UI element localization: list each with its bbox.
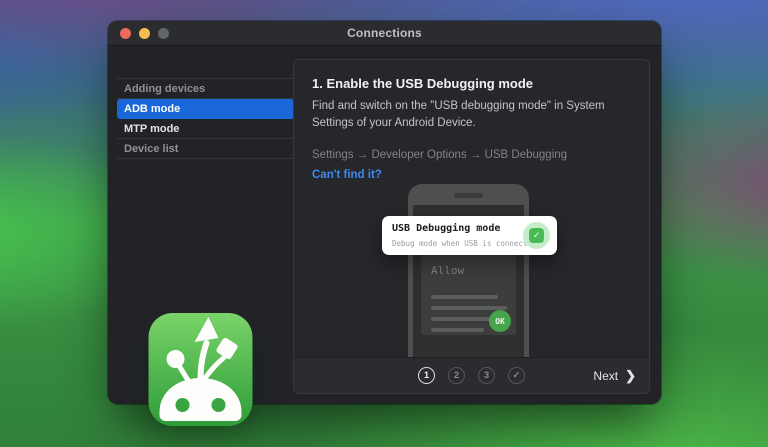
- sidebar-item-label: Adding devices: [124, 82, 206, 95]
- close-button[interactable]: [120, 27, 131, 39]
- step-indicator-done: ✓: [508, 367, 525, 384]
- settings-path: Settings → Developer Options → USB Debug…: [312, 148, 568, 161]
- usb-debugging-popup: USB Debugging mode Debug mode when USB i…: [382, 216, 557, 255]
- window-title: Connections: [347, 26, 422, 40]
- wizard-footer: 1 2 3 ✓ Next ❯: [294, 357, 649, 393]
- popup-subtitle: Debug mode when USB is connected: [392, 239, 537, 248]
- step-indicator-2: 2: [448, 367, 465, 384]
- sidebar-item-adding-devices[interactable]: Adding devices: [117, 79, 294, 99]
- next-label: Next: [593, 368, 619, 383]
- ok-button: OK: [489, 310, 511, 332]
- main-panel: 1. Enable the USB Debugging mode Find an…: [293, 59, 650, 394]
- sidebar-item-mtp-mode[interactable]: MTP mode: [117, 119, 294, 139]
- allow-label: Allow: [431, 264, 465, 277]
- step-indicator-1: 1: [418, 367, 435, 384]
- step-indicator-3: 3: [478, 367, 495, 384]
- sidebar-item-label: Device list: [124, 142, 179, 155]
- window-controls: [120, 21, 169, 45]
- desktop: Connections Adding devices ADB mode MTP …: [0, 0, 768, 447]
- sidebar-item-device-list[interactable]: Device list: [117, 139, 294, 159]
- sidebar-item-label: MTP mode: [124, 122, 180, 135]
- popup-title: USB Debugging mode: [392, 223, 501, 234]
- sidebar-item-label: ADB mode: [124, 102, 181, 115]
- step-heading: 1. Enable the USB Debugging mode: [312, 76, 534, 91]
- minimize-button[interactable]: [139, 27, 150, 39]
- step-indicators: 1 2 3 ✓: [418, 367, 525, 384]
- checkbox-checked-icon: ✓: [529, 228, 544, 243]
- titlebar[interactable]: Connections: [108, 21, 661, 46]
- checkbox-halo: ✓: [523, 222, 550, 249]
- zoom-button[interactable]: [158, 27, 169, 39]
- phone-earpiece: [454, 193, 483, 198]
- step-content: 1. Enable the USB Debugging mode Find an…: [294, 60, 649, 181]
- chevron-right-icon: ❯: [625, 367, 636, 383]
- phone-illustration: Allow OK: [408, 184, 529, 359]
- dialog-text-line: [431, 328, 484, 332]
- next-button[interactable]: Next ❯: [593, 358, 636, 393]
- phone-dialog: Allow OK: [421, 254, 516, 335]
- sidebar-item-adb-mode[interactable]: ADB mode: [117, 99, 294, 119]
- usb-app-icon: [148, 313, 253, 426]
- dialog-text-line: [431, 306, 507, 310]
- step-description: Find and switch on the "USB debugging mo…: [312, 100, 605, 130]
- dialog-text-line: [431, 295, 498, 299]
- cant-find-it-link[interactable]: Can't find it?: [312, 169, 635, 181]
- check-icon: ✓: [512, 369, 521, 381]
